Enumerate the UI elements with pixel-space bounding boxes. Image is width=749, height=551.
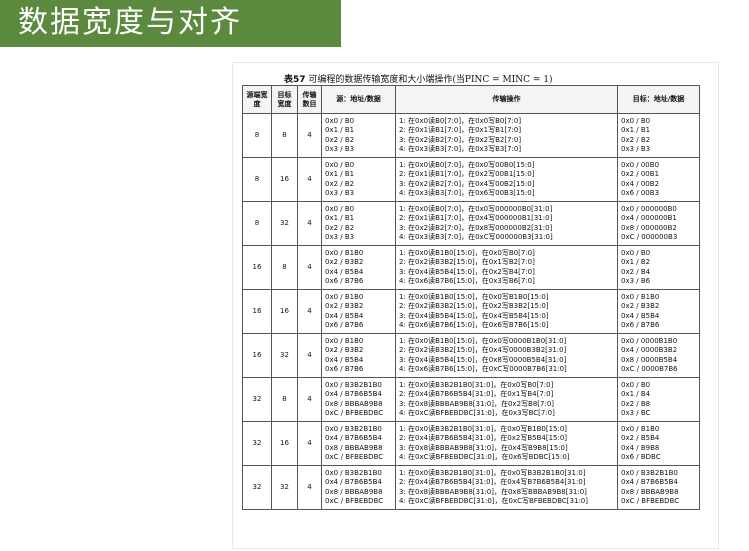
transfer-count-cell: 4	[297, 465, 322, 510]
dest-addr-data-cell: 0x0 / B0 0x1 / B2 0x2 / B4 0x3 / B6	[617, 245, 700, 290]
transfer-count-cell: 4	[297, 201, 322, 246]
dest-width-cell: 32	[271, 333, 298, 378]
table-row: 16 16 4 0x0 / B1B0 0x2 / B3B2 0x4 / B5B4 0x…	[242, 289, 700, 334]
source-addr-data-cell: 0x0 / B0 0x1 / B1 0x2 / B2 0x3 / B3	[321, 113, 396, 158]
transfer-count-cell: 4	[297, 113, 322, 158]
transfer-ops-cell: 1: 在0x0读B0[7:0]，在0x0写B0[7:0] 2: 在0x1读B1[…	[395, 113, 618, 158]
transfer-ops-cell: 1: 在0x0读B1B0[15:0]，在0x0写0000B1B0[31:0] 2…	[395, 333, 618, 378]
transfer-count-cell: 4	[297, 377, 322, 422]
transfer-ops-cell: 1: 在0x0读B0[7:0]，在0x0写00B0[15:0] 2: 在0x1读…	[395, 157, 618, 202]
source-width-cell: 8	[242, 201, 272, 246]
table-caption: 表57 可编程的数据传输宽度和大小端操作(当PINC = MINC = 1)	[284, 72, 553, 85]
dest-width-cell: 16	[271, 421, 298, 466]
header-dest-width: 目标宽度	[271, 85, 298, 114]
transfer-count-cell: 4	[297, 157, 322, 202]
header-transfer-ops: 传输操作	[395, 85, 618, 114]
header-source-addr-data: 源：地址/数据	[321, 85, 396, 114]
dest-addr-data-cell: 0x0 / B0 0x1 / B4 0x2 / B8 0x3 / BC	[617, 377, 700, 422]
source-addr-data-cell: 0x0 / B3B2B1B0 0x4 / B7B6B5B4 0x8 / BBBA…	[321, 377, 396, 422]
transfer-count-cell: 4	[297, 333, 322, 378]
transfer-ops-cell: 1: 在0x0读B3B2B1B0[31:0]，在0x0写B1B0[15:0] 2…	[395, 421, 618, 466]
dest-width-cell: 32	[271, 201, 298, 246]
dest-width-cell: 16	[271, 157, 298, 202]
dest-addr-data-cell: 0x0 / 0000B1B0 0x4 / 0000B3B2 0x8 / 0000…	[617, 333, 700, 378]
dest-addr-data-cell: 0x0 / B1B0 0x2 / B5B4 0x4 / B9B8 0x6 / B…	[617, 421, 700, 466]
table-row: 8 8 4 0x0 / B0 0x1 / B1 0x2 / B2 0x3 / B3 1:…	[242, 113, 700, 158]
source-width-cell: 32	[242, 421, 272, 466]
table-row: 16 8 4 0x0 / B1B0 0x2 / B3B2 0x4 / B5B4 0x6…	[242, 245, 700, 290]
header-source-width: 源端宽度	[242, 85, 272, 114]
source-addr-data-cell: 0x0 / B0 0x1 / B1 0x2 / B2 0x3 / B3	[321, 157, 396, 202]
transfer-ops-cell: 1: 在0x0读B0[7:0]，在0x0写000000B0[31:0] 2: 在…	[395, 201, 618, 246]
source-addr-data-cell: 0x0 / B1B0 0x2 / B3B2 0x4 / B5B4 0x6 / B…	[321, 289, 396, 334]
source-width-cell: 32	[242, 465, 272, 510]
dest-addr-data-cell: 0x0 / B3B2B1B0 0x4 / B7B6B5B4 0x8 / BBBA…	[617, 465, 700, 510]
transfer-width-table: 源端宽度 目标宽度 传输数目 源：地址/数据 传输操作 目标：地址/数据 884…	[242, 85, 700, 510]
source-width-cell: 8	[242, 157, 272, 202]
dest-width-cell: 16	[271, 289, 298, 334]
transfer-ops-cell: 1: 在0x0读B1B0[15:0]，在0x0写B1B0[15:0] 2: 在0…	[395, 289, 618, 334]
table-caption-label: 表57	[284, 75, 306, 85]
transfer-ops-cell: 1: 在0x0读B1B0[15:0]，在0x0写B0[7:0] 2: 在0x2读…	[395, 245, 618, 290]
slide-title-bar: 数据宽度与对齐	[0, 0, 341, 47]
source-width-cell: 8	[242, 113, 272, 158]
source-width-cell: 32	[242, 377, 272, 422]
table-header-row: 源端宽度 目标宽度 传输数目 源：地址/数据 传输操作 目标：地址/数据	[242, 85, 700, 114]
source-addr-data-cell: 0x0 / B3B2B1B0 0x4 / B7B6B5B4 0x8 / BBBA…	[321, 465, 396, 510]
transfer-count-cell: 4	[297, 289, 322, 334]
source-addr-data-cell: 0x0 / B1B0 0x2 / B3B2 0x4 / B5B4 0x6 / B…	[321, 333, 396, 378]
table-row: 16 32 4 0x0 / B1B0 0x2 / B3B2 0x4 / B5B4 0x…	[242, 333, 700, 378]
source-addr-data-cell: 0x0 / B0 0x1 / B1 0x2 / B2 0x3 / B3	[321, 201, 396, 246]
dest-width-cell: 32	[271, 465, 298, 510]
dest-addr-data-cell: 0x0 / 000000B0 0x4 / 000000B1 0x8 / 0000…	[617, 201, 700, 246]
table-body: 8 8 4 0x0 / B0 0x1 / B1 0x2 / B2 0x3 / B3 1:…	[242, 113, 700, 510]
transfer-ops-cell: 1: 在0x0读B3B2B1B0[31:0]，在0x0写B0[7:0] 2: 在…	[395, 377, 618, 422]
table-row: 8 16 4 0x0 / B0 0x1 / B1 0x2 / B2 0x3 / B3 1…	[242, 157, 700, 202]
dest-width-cell: 8	[271, 245, 298, 290]
dest-addr-data-cell: 0x0 / 00B0 0x2 / 00B1 0x4 / 00B2 0x6 / 0…	[617, 157, 700, 202]
transfer-count-cell: 4	[297, 421, 322, 466]
table-row: 32 32 4 0x0 / B3B2B1B0 0x4 / B7B6B5B4 0x8 /…	[242, 465, 700, 510]
table-row: 32 8 4 0x0 / B3B2B1B0 0x4 / B7B6B5B4 0x8 / …	[242, 377, 700, 422]
source-addr-data-cell: 0x0 / B3B2B1B0 0x4 / B7B6B5B4 0x8 / BBBA…	[321, 421, 396, 466]
header-dest-addr-data: 目标：地址/数据	[617, 85, 700, 114]
transfer-ops-cell: 1: 在0x0读B3B2B1B0[31:0]，在0x0写B3B2B1B0[31:…	[395, 465, 618, 510]
source-width-cell: 16	[242, 333, 272, 378]
dest-width-cell: 8	[271, 377, 298, 422]
source-addr-data-cell: 0x0 / B1B0 0x2 / B3B2 0x4 / B5B4 0x6 / B…	[321, 245, 396, 290]
source-width-cell: 16	[242, 245, 272, 290]
header-transfer-count: 传输数目	[297, 85, 322, 114]
table-caption-text: 可编程的数据传输宽度和大小端操作(当PINC = MINC = 1)	[305, 75, 553, 85]
source-width-cell: 16	[242, 289, 272, 334]
table-row: 32 16 4 0x0 / B3B2B1B0 0x4 / B7B6B5B4 0x8 /…	[242, 421, 700, 466]
slide-title: 数据宽度与对齐	[18, 5, 242, 40]
dest-addr-data-cell: 0x0 / B1B0 0x2 / B3B2 0x4 / B5B4 0x6 / B…	[617, 289, 700, 334]
transfer-count-cell: 4	[297, 245, 322, 290]
dest-width-cell: 8	[271, 113, 298, 158]
dest-addr-data-cell: 0x0 / B0 0x1 / B1 0x2 / B2 0x3 / B3	[617, 113, 700, 158]
table-row: 8 32 4 0x0 / B0 0x1 / B1 0x2 / B2 0x3 / B3 1…	[242, 201, 700, 246]
